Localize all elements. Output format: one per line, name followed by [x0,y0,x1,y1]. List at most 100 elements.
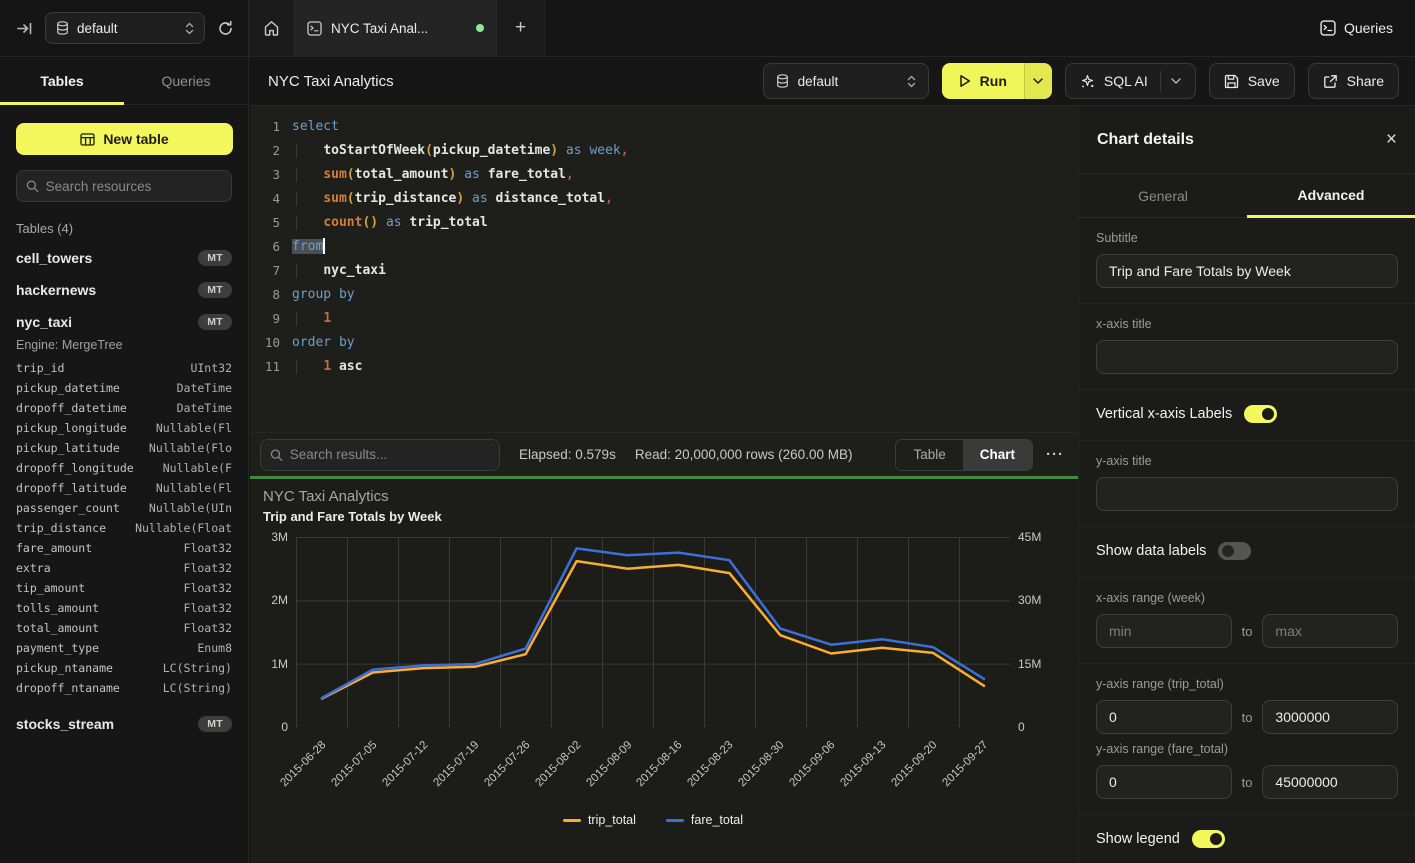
column-row: tolls_amountFloat32 [0,598,248,618]
code-token [558,143,566,158]
x-axis-title-label: x-axis title [1096,317,1398,331]
vertical-x-labels-group: Vertical x-axis Labels [1079,390,1415,441]
refresh-icon[interactable] [217,20,234,37]
text-cursor [323,238,325,254]
table-row[interactable]: stocks_streamMT [0,708,248,740]
y-axis-range-fare-max-input[interactable] [1262,765,1398,799]
code-token: asc [339,359,362,374]
sidebar: Tables Queries New table Tables (4) cell… [0,57,249,863]
code-text: order by [280,335,355,350]
code-token [292,143,323,158]
y-axis-left-tick: 0 [252,720,288,734]
column-list: trip_idUInt32pickup_datetimeDateTimedrop… [0,358,248,708]
sidebar-tab-queries[interactable]: Queries [124,57,248,104]
chart-details-tabs: General Advanced [1079,174,1415,218]
code-token: trip_distance [355,191,457,206]
chart-legend: trip_total fare_total [296,813,1010,827]
share-button[interactable]: Share [1308,63,1399,99]
chart-section: NYC Taxi Analytics Trip and Fare Totals … [250,479,1078,863]
column-type: Nullable(Fl [156,481,232,495]
legend-item-fare_total[interactable]: fare_total [666,813,743,827]
new-tab-button[interactable]: + [497,0,545,56]
y-axis-range-trip-max-input[interactable] [1262,700,1398,734]
sql-ai-options-button[interactable] [1160,71,1181,91]
show-legend-toggle[interactable] [1192,830,1225,848]
run-button-label: Run [980,73,1007,89]
code-token [292,263,323,278]
column-name: extra [16,561,184,575]
view-toggle-table[interactable]: Table [896,440,962,470]
code-line: 5 count() as trip_total [250,210,1078,234]
close-icon[interactable]: × [1386,130,1397,149]
table-row[interactable]: cell_towersMT [0,242,248,274]
code-token: as [464,167,480,182]
results-search-input[interactable] [290,447,490,462]
column-type: UInt32 [190,361,232,375]
tables-section-label: Tables (4) [16,221,232,236]
column-row: pickup_datetimeDateTime [0,378,248,398]
show-data-labels-group: Show data labels [1079,527,1415,578]
code-token [464,191,472,206]
share-icon [1323,74,1338,89]
code-token: ( [347,167,355,182]
run-options-button[interactable] [1024,63,1052,99]
legend-dash [563,819,581,822]
sql-ai-button[interactable]: SQL AI [1065,63,1196,99]
new-table-button[interactable]: New table [16,123,233,155]
column-row: dropoff_datetimeDateTime [0,398,248,418]
save-icon [1224,74,1239,89]
y-axis-right-tick: 15M [1018,657,1062,671]
table-row[interactable]: hackernewsMT [0,274,248,306]
vertical-x-labels-toggle[interactable] [1244,405,1277,423]
topbar-database-select[interactable]: default [45,12,205,44]
column-row: dropoff_ntanameLC(String) [0,678,248,698]
line-number: 9 [250,311,280,326]
sidebar-search-input[interactable] [46,179,222,194]
y-axis-range-fare-to-label: to [1242,775,1253,790]
code-token: sum [323,167,346,182]
column-name: trip_distance [16,521,135,535]
toolbar-database-value: default [798,74,898,89]
y-axis-left-tick: 3M [252,530,288,544]
view-toggle-chart[interactable]: Chart [963,440,1032,470]
chart-subtitle: Trip and Fare Totals by Week [263,509,442,524]
code-token: week [589,143,620,158]
query-tab[interactable]: NYC Taxi Anal... [295,0,497,56]
column-type: Float32 [184,541,232,555]
sql-ai-label: SQL AI [1104,73,1148,89]
code-token [292,191,323,206]
code-text: nyc_taxi [280,263,386,278]
queries-button[interactable]: Queries [1320,0,1415,56]
chart-plot[interactable] [296,537,1010,727]
tab-advanced[interactable]: Advanced [1247,174,1415,218]
sidebar-tabs: Tables Queries [0,57,248,105]
run-button[interactable]: Run [942,63,1024,99]
column-type: DateTime [177,401,232,415]
sidebar-tab-tables[interactable]: Tables [0,57,124,104]
table-engine-label: Engine: MergeTree [0,338,248,358]
x-axis-range-min-input[interactable] [1096,614,1232,648]
collapse-sidebar-icon[interactable] [16,20,33,37]
legend-item-trip_total[interactable]: trip_total [563,813,636,827]
results-bar: Elapsed: 0.579s Read: 20,000,000 rows (2… [250,432,1078,476]
code-token: ( [347,191,355,206]
code-line: 10order by [250,330,1078,354]
more-options-button[interactable]: ··· [1033,446,1068,463]
tab-general[interactable]: General [1079,174,1247,218]
y-axis-title-input[interactable] [1096,477,1398,511]
y-axis-range-fare-min-input[interactable] [1096,765,1232,799]
table-row[interactable]: nyc_taxiMT [0,306,248,338]
x-axis-title-input[interactable] [1096,340,1398,374]
y-axis-right-tick: 45M [1018,530,1062,544]
toolbar-database-select[interactable]: default [763,63,929,99]
subtitle-input[interactable] [1096,254,1398,288]
home-button[interactable] [249,0,295,56]
show-data-labels-toggle[interactable] [1218,542,1251,560]
column-type: LC(String) [163,681,232,695]
code-token [480,167,488,182]
x-axis-range-max-input[interactable] [1262,614,1398,648]
show-data-labels-label: Show data labels [1096,543,1206,559]
y-axis-range-trip-min-input[interactable] [1096,700,1232,734]
save-button[interactable]: Save [1209,63,1295,99]
sql-editor[interactable]: 1select2 toStartOfWeek(pickup_datetime) … [250,106,1078,432]
